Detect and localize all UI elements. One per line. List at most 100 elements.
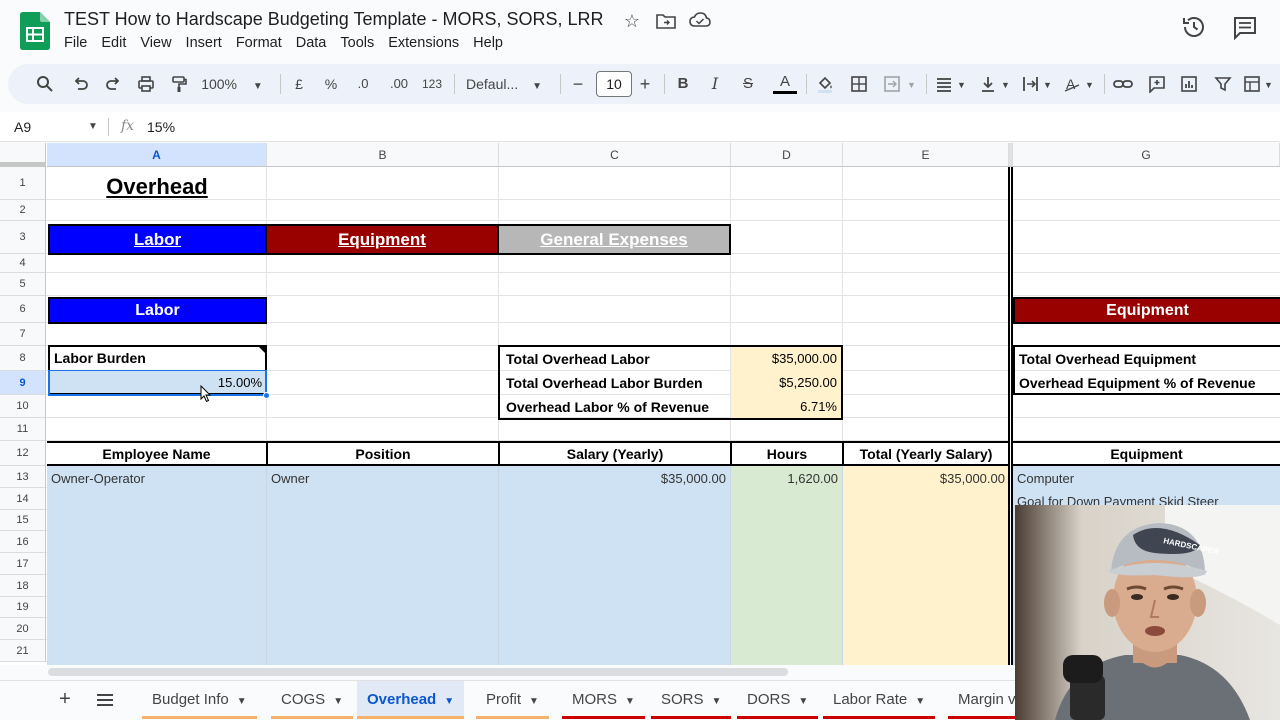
vertical-align-icon[interactable]: ▼ — [978, 72, 1014, 96]
borders-icon[interactable] — [848, 72, 870, 96]
sheet-tab-labor-rate[interactable]: Labor Rate ▼ — [823, 681, 936, 719]
labor-nav-link[interactable]: Labor — [48, 224, 267, 255]
paint-format-icon[interactable] — [168, 72, 190, 96]
row-header-21[interactable]: 21 — [0, 640, 46, 662]
cell-position[interactable]: Owner — [267, 467, 498, 489]
row-header-19[interactable]: 19 — [0, 597, 46, 618]
row-header-8[interactable]: 8 — [0, 346, 46, 371]
header-hours[interactable]: Hours — [732, 443, 842, 464]
row-header-3[interactable]: 3 — [0, 221, 46, 254]
equipment-nav-link[interactable]: Equipment — [267, 224, 499, 255]
insert-link-icon[interactable] — [1112, 72, 1134, 96]
sheet-tab-cogs[interactable]: COGS ▼ — [271, 681, 354, 719]
cell-employee-name[interactable]: Owner-Operator — [47, 467, 266, 489]
header-equipment[interactable]: Equipment — [1013, 443, 1280, 464]
tab-caret-icon[interactable]: ▼ — [798, 696, 808, 707]
formula-input[interactable]: 15% — [147, 119, 175, 135]
header-salary[interactable]: Salary (Yearly) — [500, 443, 730, 464]
increase-font-size-button[interactable]: + — [636, 72, 654, 96]
document-title[interactable]: TEST How to Hardscape Budgeting Template… — [64, 9, 604, 30]
cell-equipment-1[interactable]: Computer — [1013, 467, 1280, 489]
cell-a1-title[interactable]: Overhead — [47, 170, 267, 204]
insert-chart-icon[interactable] — [1178, 72, 1200, 96]
row-header-11[interactable]: 11 — [0, 418, 46, 441]
summary-label-total-labor[interactable]: Total Overhead Labor — [502, 347, 730, 370]
strikethrough-button[interactable]: S — [739, 72, 757, 96]
tab-caret-icon[interactable]: ▼ — [625, 696, 635, 707]
labor-burden-label[interactable]: Labor Burden — [50, 347, 250, 369]
tab-caret-icon[interactable]: ▼ — [712, 696, 722, 707]
summary-value-total-labor[interactable]: $35,000.00 — [731, 347, 841, 370]
horizontal-scrollbar[interactable] — [48, 668, 788, 676]
more-formats-button[interactable]: 123 — [420, 72, 444, 96]
row-header-5[interactable]: 5 — [0, 273, 46, 296]
fill-color-icon[interactable] — [814, 72, 836, 96]
sheet-tab-profit[interactable]: Profit ▼ — [476, 681, 549, 719]
decrease-font-size-button[interactable]: − — [570, 72, 586, 96]
menu-extensions[interactable]: Extensions — [381, 34, 466, 52]
menu-data[interactable]: Data — [289, 34, 334, 52]
column-header-e[interactable]: E — [843, 143, 1009, 167]
comments-icon[interactable] — [1232, 15, 1258, 41]
header-total-salary[interactable]: Total (Yearly Salary) — [844, 443, 1008, 464]
redo-icon[interactable] — [102, 72, 124, 96]
text-rotation-icon[interactable]: A ▼ — [1062, 72, 1098, 96]
row-header-20[interactable]: 20 — [0, 618, 46, 640]
header-position[interactable]: Position — [268, 443, 498, 464]
tab-caret-icon[interactable]: ▼ — [237, 696, 247, 707]
add-sheet-icon[interactable]: + — [56, 689, 74, 709]
menu-format[interactable]: Format — [229, 34, 289, 52]
column-header-c[interactable]: C — [499, 143, 731, 167]
currency-format-button[interactable]: £ — [290, 72, 308, 96]
row-header-4[interactable]: 4 — [0, 254, 46, 273]
summary-value-labor-pct[interactable]: 6.71% — [731, 395, 841, 418]
star-icon[interactable]: ☆ — [621, 10, 643, 32]
row-header-17[interactable]: 17 — [0, 553, 46, 575]
summary-label-labor-burden[interactable]: Total Overhead Labor Burden — [502, 371, 730, 394]
cell-hours[interactable]: 1,620.00 — [731, 467, 842, 489]
bold-button[interactable]: B — [674, 72, 692, 96]
tab-caret-icon[interactable]: ▼ — [333, 696, 343, 707]
move-folder-icon[interactable] — [656, 12, 676, 30]
column-header-d[interactable]: D — [731, 143, 843, 167]
menu-view[interactable]: View — [133, 34, 178, 52]
equip-summary-total[interactable]: Total Overhead Equipment — [1015, 347, 1279, 370]
filter-icon[interactable] — [1212, 72, 1234, 96]
menu-edit[interactable]: Edit — [94, 34, 133, 52]
sheet-tab-mors[interactable]: MORS ▼ — [562, 681, 645, 719]
row-header-6[interactable]: 6 — [0, 296, 46, 323]
menu-tools[interactable]: Tools — [333, 34, 381, 52]
horizontal-align-icon[interactable]: ▼ — [934, 72, 970, 96]
undo-icon[interactable] — [70, 72, 92, 96]
text-wrapping-icon[interactable]: ▼ — [1020, 72, 1056, 96]
all-sheets-icon[interactable] — [96, 693, 114, 707]
sheet-tab-dors[interactable]: DORS ▼ — [737, 681, 819, 719]
fill-handle[interactable] — [263, 392, 270, 399]
merge-cells-icon[interactable]: ▼ — [882, 72, 918, 96]
cell-total-salary[interactable]: $35,000.00 — [843, 467, 1009, 489]
tab-caret-icon[interactable]: ▼ — [915, 696, 925, 707]
menu-help[interactable]: Help — [466, 34, 510, 52]
sheet-tab-margin[interactable]: Margin v — [948, 681, 1018, 719]
row-header-14[interactable]: 14 — [0, 488, 46, 510]
decrease-decimal-button[interactable]: .0 — [352, 72, 374, 96]
sheet-tab-overhead[interactable]: Overhead ▼ — [357, 681, 465, 719]
summary-value-labor-burden[interactable]: $5,250.00 — [731, 371, 841, 394]
row-header-9[interactable]: 9 — [0, 371, 46, 395]
sheets-logo-icon[interactable] — [20, 12, 50, 50]
summary-label-labor-pct[interactable]: Overhead Labor % of Revenue — [502, 395, 730, 418]
equipment-section-header[interactable]: Equipment — [1013, 297, 1280, 324]
select-all-corner[interactable] — [0, 143, 46, 167]
row-header-10[interactable]: 10 — [0, 395, 46, 418]
italic-button[interactable]: I — [706, 72, 724, 96]
text-color-button[interactable]: A — [773, 72, 797, 94]
menu-insert[interactable]: Insert — [179, 34, 229, 52]
sheet-tab-budget-info[interactable]: Budget Info ▼ — [142, 681, 257, 719]
tab-caret-icon[interactable]: ▼ — [529, 696, 539, 707]
menu-file[interactable]: File — [64, 34, 94, 52]
row-header-13[interactable]: 13 — [0, 466, 46, 488]
row-header-2[interactable]: 2 — [0, 200, 46, 221]
increase-decimal-button[interactable]: .00 — [386, 72, 412, 96]
font-select[interactable]: Defaul... ▼ — [466, 72, 552, 96]
row-header-1[interactable]: 1 — [0, 167, 46, 200]
